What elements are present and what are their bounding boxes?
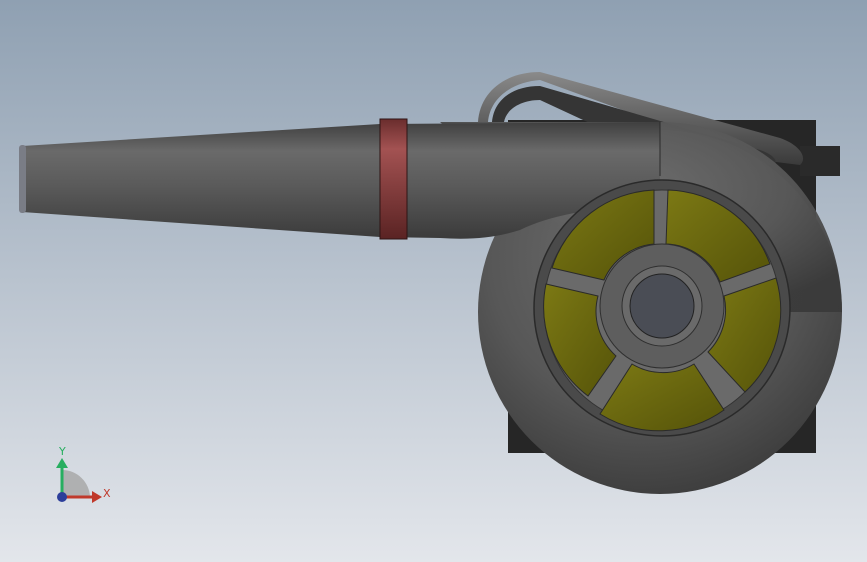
triad-y-label: Y: [58, 445, 66, 458]
model-view[interactable]: Y X: [0, 0, 867, 562]
clamp-band[interactable]: [379, 118, 408, 240]
cad-viewport[interactable]: Y X: [0, 0, 867, 562]
triad-x-label: X: [103, 487, 111, 500]
triad-z-axis: [57, 492, 67, 502]
nozzle-tip[interactable]: [19, 145, 26, 213]
fan-hub[interactable]: [599, 243, 725, 369]
